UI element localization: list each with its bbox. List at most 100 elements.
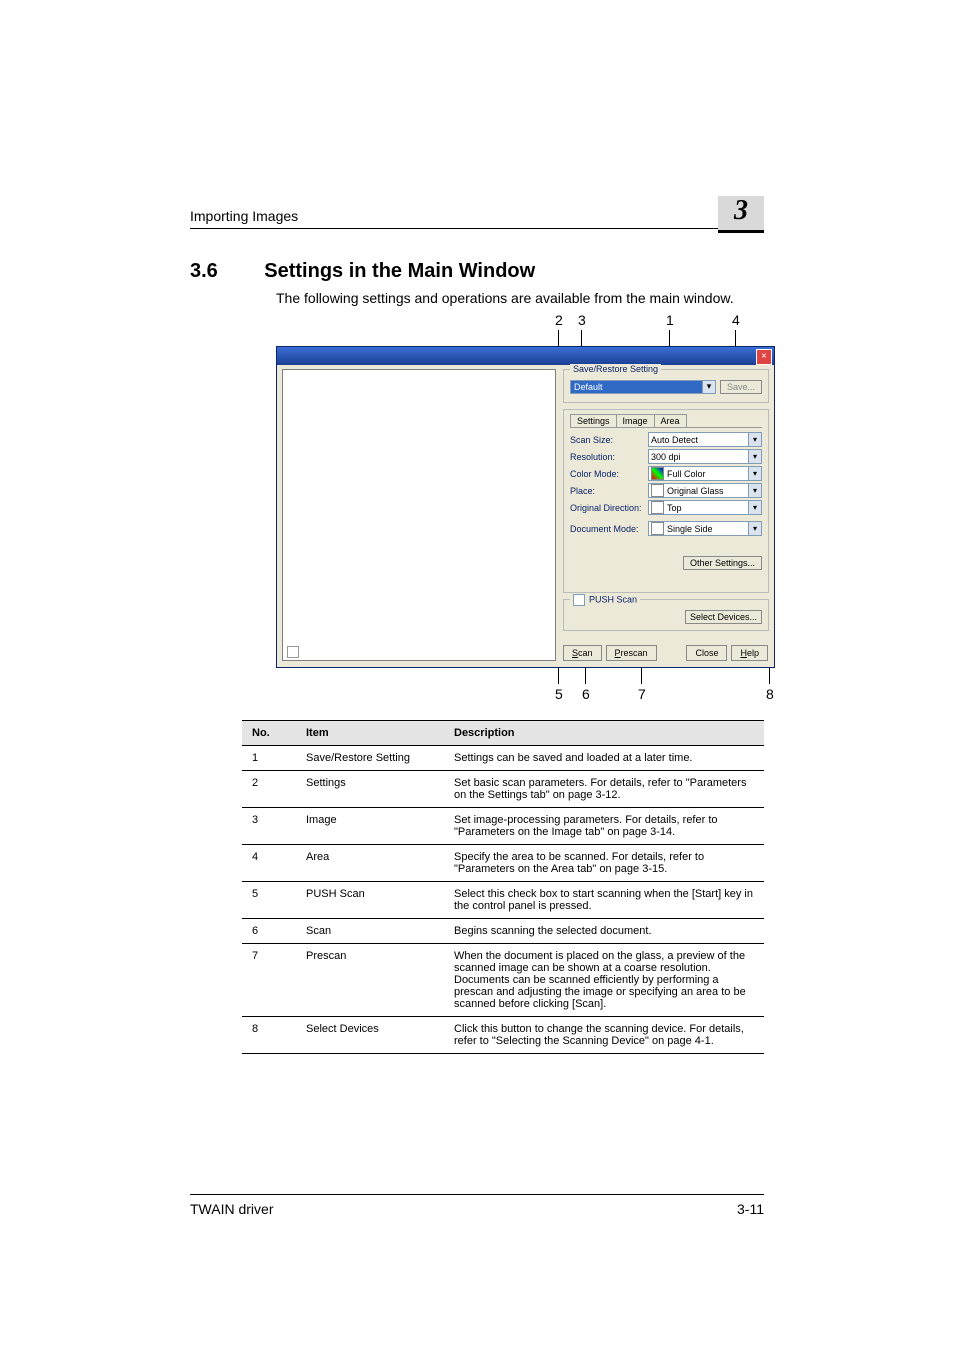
orig-dir-value: Top xyxy=(667,503,682,513)
callout-2: 2 xyxy=(555,312,563,328)
doc-mode-label: Document Mode: xyxy=(570,524,648,534)
footer-right: 3-11 xyxy=(737,1201,764,1217)
push-scan-checkbox[interactable] xyxy=(573,594,585,606)
place-value: Original Glass xyxy=(667,486,724,496)
cell-no: 8 xyxy=(242,1017,296,1054)
scan-size-value: Auto Detect xyxy=(651,435,698,445)
preview-pane xyxy=(282,369,556,661)
callout-1: 1 xyxy=(666,312,674,328)
table-row: 1Save/Restore SettingSettings can be sav… xyxy=(242,746,764,771)
tab-settings[interactable]: Settings xyxy=(570,414,617,427)
table-row: 4AreaSpecify the area to be scanned. For… xyxy=(242,845,764,882)
cell-item: Select Devices xyxy=(296,1017,444,1054)
color-mode-dropdown[interactable]: Full Color ▾ xyxy=(648,466,762,481)
cell-desc: When the document is placed on the glass… xyxy=(444,944,764,1017)
tab-area[interactable]: Area xyxy=(654,414,687,427)
table-row: 5PUSH ScanSelect this check box to start… xyxy=(242,882,764,919)
resolution-value: 300 dpi xyxy=(651,452,681,462)
glass-icon xyxy=(651,484,664,497)
scan-size-label: Scan Size: xyxy=(570,435,648,445)
place-dropdown[interactable]: Original Glass ▾ xyxy=(648,483,762,498)
orig-dir-label: Original Direction: xyxy=(570,503,648,513)
section-number: 3.6 xyxy=(190,260,218,283)
help-button[interactable]: Help xyxy=(731,645,768,661)
page-icon xyxy=(651,522,664,535)
cell-item: Prescan xyxy=(296,944,444,1017)
cell-item: Image xyxy=(296,808,444,845)
cell-desc: Set image-processing parameters. For det… xyxy=(444,808,764,845)
title-bar: × xyxy=(277,347,774,365)
doc-mode-value: Single Side xyxy=(667,524,713,534)
save-restore-group: Save/Restore Setting Default ▾ Save... xyxy=(563,369,769,403)
cell-item: Area xyxy=(296,845,444,882)
table-row: 6ScanBegins scanning the selected docume… xyxy=(242,919,764,944)
preview-status-icon xyxy=(287,646,299,658)
chevron-down-icon[interactable]: ▾ xyxy=(748,450,761,463)
close-button[interactable]: Close xyxy=(686,645,727,661)
chevron-down-icon[interactable]: ▾ xyxy=(703,380,716,394)
chevron-down-icon[interactable]: ▾ xyxy=(748,484,761,497)
dialog-window: × Save/Restore Setting Default ▾ Save... xyxy=(276,346,775,668)
chevron-down-icon[interactable]: ▾ xyxy=(748,501,761,514)
save-button: Save... xyxy=(720,380,762,394)
color-mode-value: Full Color xyxy=(667,469,706,479)
chevron-down-icon[interactable]: ▾ xyxy=(748,433,761,446)
cell-no: 2 xyxy=(242,771,296,808)
save-restore-combo[interactable]: Default ▾ xyxy=(570,380,716,394)
cell-no: 3 xyxy=(242,808,296,845)
cell-desc: Select this check box to start scanning … xyxy=(444,882,764,919)
settings-group: Settings Image Area Scan Size:Auto Detec… xyxy=(563,409,769,593)
cell-no: 4 xyxy=(242,845,296,882)
section-title: Settings in the Main Window xyxy=(264,260,535,283)
other-settings-button[interactable]: Other Settings... xyxy=(683,556,762,570)
cell-item: Save/Restore Setting xyxy=(296,746,444,771)
orientation-icon xyxy=(651,501,664,514)
callout-5: 5 xyxy=(555,686,563,702)
cell-no: 5 xyxy=(242,882,296,919)
prescan-button[interactable]: Prescan xyxy=(606,645,657,661)
callout-7: 7 xyxy=(638,686,646,702)
col-item: Item xyxy=(296,721,444,746)
cell-desc: Specify the area to be scanned. For deta… xyxy=(444,845,764,882)
intro-text: The following settings and operations ar… xyxy=(276,290,734,306)
resolution-dropdown[interactable]: 300 dpi ▾ xyxy=(648,449,762,464)
cell-no: 7 xyxy=(242,944,296,1017)
push-scan-group: PUSH Scan Select Devices... xyxy=(563,599,769,631)
palette-icon xyxy=(651,467,664,480)
save-restore-value: Default xyxy=(570,380,703,394)
cell-no: 6 xyxy=(242,919,296,944)
cell-item: Scan xyxy=(296,919,444,944)
callouts-top: 2 3 1 4 xyxy=(276,312,775,346)
cell-item: PUSH Scan xyxy=(296,882,444,919)
table-row: 7PrescanWhen the document is placed on t… xyxy=(242,944,764,1017)
push-scan-legend: PUSH Scan xyxy=(589,594,637,604)
callout-3: 3 xyxy=(578,312,586,328)
callout-8: 8 xyxy=(766,686,774,702)
col-no: No. xyxy=(242,721,296,746)
table-row: 8Select DevicesClick this button to chan… xyxy=(242,1017,764,1054)
chevron-down-icon[interactable]: ▾ xyxy=(748,522,761,535)
save-restore-legend: Save/Restore Setting xyxy=(570,364,661,374)
callouts-bottom: 5 6 7 8 xyxy=(276,668,775,702)
place-label: Place: xyxy=(570,486,648,496)
chapter-number: 3 xyxy=(718,196,764,226)
table-row: 2SettingsSet basic scan parameters. For … xyxy=(242,771,764,808)
table-row: 3ImageSet image-processing parameters. F… xyxy=(242,808,764,845)
description-table: No. Item Description 1Save/Restore Setti… xyxy=(242,720,764,1054)
scan-size-dropdown[interactable]: Auto Detect ▾ xyxy=(648,432,762,447)
cell-no: 1 xyxy=(242,746,296,771)
select-devices-button[interactable]: Select Devices... xyxy=(685,610,762,624)
orig-dir-dropdown[interactable]: Top ▾ xyxy=(648,500,762,515)
cell-desc: Settings can be saved and loaded at a la… xyxy=(444,746,764,771)
resolution-label: Resolution: xyxy=(570,452,648,462)
chevron-down-icon[interactable]: ▾ xyxy=(748,467,761,480)
screenshot-figure: 2 3 1 4 × Save/Restore Setting Default ▾ xyxy=(276,312,775,702)
scan-button[interactable]: Scan xyxy=(563,645,602,661)
tab-image[interactable]: Image xyxy=(616,414,655,427)
doc-mode-dropdown[interactable]: Single Side ▾ xyxy=(648,521,762,536)
close-icon[interactable]: × xyxy=(756,349,772,365)
cell-desc: Begins scanning the selected document. xyxy=(444,919,764,944)
chapter-number-badge: 3 xyxy=(718,196,764,233)
running-head: Importing Images xyxy=(190,208,764,229)
footer-left: TWAIN driver xyxy=(190,1201,273,1217)
